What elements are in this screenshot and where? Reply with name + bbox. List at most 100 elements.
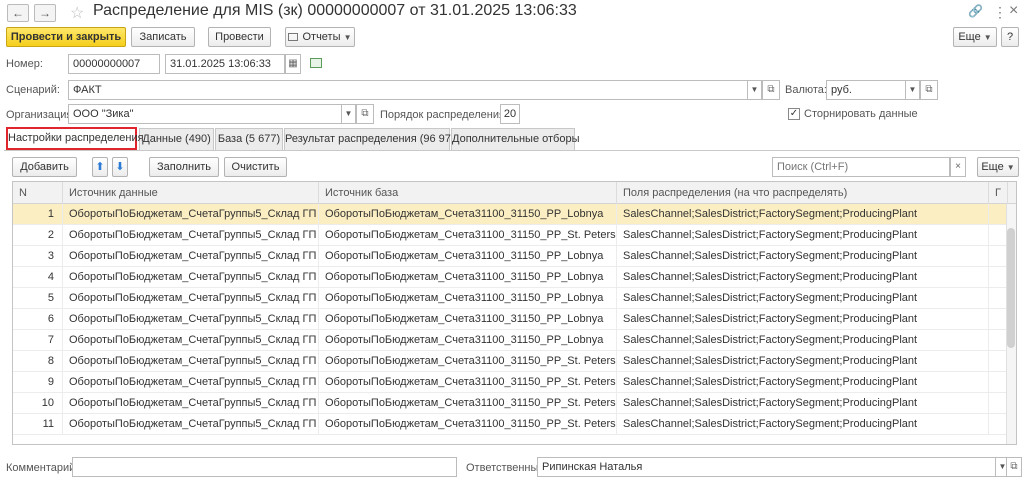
tab-data[interactable]: Данные (490) [139, 128, 214, 150]
date-field[interactable]: 31.01.2025 13:06:33 [165, 54, 285, 74]
link-icon[interactable]: 🔗 [968, 4, 983, 18]
scenario-field[interactable]: ФАКТ [68, 80, 748, 100]
more-options-icon[interactable]: ⋮ [993, 4, 1007, 21]
cell-distribution-fields[interactable]: SalesChannel;SalesDistrict;FactorySegmen… [617, 225, 989, 246]
column-header-source-data[interactable]: Источник данные [63, 182, 319, 204]
cell-distribution-fields[interactable]: SalesChannel;SalesDistrict;FactorySegmen… [617, 246, 989, 267]
cell-source-data[interactable]: ОборотыПоБюджетам_СчетаГруппы5_Склад ГП … [63, 288, 319, 309]
cell-source-data[interactable]: ОборотыПоБюджетам_СчетаГруппы5_Склад ГП … [63, 246, 319, 267]
table-row[interactable]: 1 ОборотыПоБюджетам_СчетаГруппы5_Склад ГП… [13, 204, 1016, 225]
column-header-distribution-fields[interactable]: Поля распределения (на что распределять) [617, 182, 989, 204]
cell-n[interactable]: 1 [13, 204, 63, 225]
table-row[interactable]: 8 ОборотыПоБюджетам_СчетаГруппы5_Склад ГП… [13, 351, 1016, 372]
forward-button[interactable]: → [34, 4, 56, 22]
cell-distribution-fields[interactable]: SalesChannel;SalesDistrict;FactorySegmen… [617, 414, 989, 435]
cell-distribution-fields[interactable]: SalesChannel;SalesDistrict;FactorySegmen… [617, 204, 989, 225]
cell-n[interactable]: 5 [13, 288, 63, 309]
number-field[interactable]: 00000000007 [68, 54, 160, 74]
cell-distribution-fields[interactable]: SalesChannel;SalesDistrict;FactorySegmen… [617, 351, 989, 372]
clear-search-icon[interactable]: × [950, 157, 966, 177]
column-header-source-base[interactable]: Источник база [319, 182, 617, 204]
table-row[interactable]: 11 ОборотыПоБюджетам_СчетаГруппы5_Склад Г… [13, 414, 1016, 435]
currency-open-icon[interactable]: ⧉ [920, 80, 938, 100]
table-row[interactable]: 10 ОборотыПоБюджетам_СчетаГруппы5_Склад Г… [13, 393, 1016, 414]
move-down-icon[interactable]: ⬇ [112, 157, 128, 177]
link-document-icon[interactable] [310, 58, 322, 68]
cell-n[interactable]: 8 [13, 351, 63, 372]
search-input[interactable] [772, 157, 950, 177]
cell-source-data[interactable]: ОборотыПоБюджетам_СчетаГруппы5_Склад ГП … [63, 309, 319, 330]
tab-additional-filters[interactable]: Дополнительные отборы [451, 128, 580, 150]
close-icon[interactable]: × [1009, 2, 1018, 20]
cell-n[interactable]: 4 [13, 267, 63, 288]
cell-source-data[interactable]: ОборотыПоБюджетам_СчетаГруппы5_Склад ГП … [63, 372, 319, 393]
save-button[interactable]: Записать [131, 27, 195, 47]
cell-source-base[interactable]: ОборотыПоБюджетам_Счета31100_31150_PP_St… [319, 393, 617, 414]
scenario-open-icon[interactable]: ⧉ [762, 80, 780, 100]
cell-source-base[interactable]: ОборотыПоБюджетам_Счета31100_31150_PP_St… [319, 351, 617, 372]
fill-button[interactable]: Заполнить [149, 157, 219, 177]
table-row[interactable]: 7 ОборотыПоБюджетам_СчетаГруппы5_Склад ГП… [13, 330, 1016, 351]
cell-source-data[interactable]: ОборотыПоБюджетам_СчетаГруппы5_Склад ГП … [63, 393, 319, 414]
help-button[interactable]: ? [1001, 27, 1019, 47]
currency-field[interactable]: руб. [826, 80, 906, 100]
cell-n[interactable]: 11 [13, 414, 63, 435]
move-up-icon[interactable]: ⬆ [92, 157, 108, 177]
cell-source-data[interactable]: ОборотыПоБюджетам_СчетаГруппы5_Склад ГП … [63, 414, 319, 435]
cell-source-base[interactable]: ОборотыПоБюджетам_Счета31100_31150_PP_Lo… [319, 246, 617, 267]
tab-base[interactable]: База (5 677) [215, 128, 283, 150]
cell-n[interactable]: 10 [13, 393, 63, 414]
cell-source-data[interactable]: ОборотыПоБюджетам_СчетаГруппы5_Склад ГП … [63, 225, 319, 246]
comment-field[interactable] [72, 457, 457, 477]
table-row[interactable]: 6 ОборотыПоБюджетам_СчетаГруппы5_Склад ГП… [13, 309, 1016, 330]
cell-source-base[interactable]: ОборотыПоБюджетам_Счета31100_31150_PP_Lo… [319, 288, 617, 309]
scenario-dropdown-icon[interactable]: ▼ [748, 80, 762, 100]
calendar-icon[interactable]: ▦ [285, 54, 301, 74]
cell-distribution-fields[interactable]: SalesChannel;SalesDistrict;FactorySegmen… [617, 372, 989, 393]
cell-source-data[interactable]: ОборотыПоБюджетам_СчетаГруппы5_Склад ГП … [63, 330, 319, 351]
column-header-extra[interactable]: Г [989, 182, 1008, 204]
distribution-settings-table[interactable]: N Источник данные Источник база Поля рас… [12, 181, 1017, 445]
cell-n[interactable]: 2 [13, 225, 63, 246]
cell-source-data[interactable]: ОборотыПоБюджетам_СчетаГруппы5_Склад ГП … [63, 204, 319, 225]
cell-source-base[interactable]: ОборотыПоБюджетам_Счета31100_31150_PP_St… [319, 414, 617, 435]
scrollbar-thumb[interactable] [1007, 228, 1015, 348]
cell-source-base[interactable]: ОборотыПоБюджетам_Счета31100_31150_PP_St… [319, 225, 617, 246]
back-button[interactable]: ← [7, 4, 29, 22]
cell-source-base[interactable]: ОборотыПоБюджетам_Счета31100_31150_PP_Lo… [319, 204, 617, 225]
cell-distribution-fields[interactable]: SalesChannel;SalesDistrict;FactorySegmen… [617, 309, 989, 330]
cell-source-data[interactable]: ОборотыПоБюджетам_СчетаГруппы5_Склад ГП … [63, 267, 319, 288]
table-row[interactable]: 4 ОборотыПоБюджетам_СчетаГруппы5_Склад ГП… [13, 267, 1016, 288]
distribution-order-field[interactable]: 20 [500, 104, 520, 124]
cell-distribution-fields[interactable]: SalesChannel;SalesDistrict;FactorySegmen… [617, 330, 989, 351]
cell-source-data[interactable]: ОборотыПоБюджетам_СчетаГруппы5_Склад ГП … [63, 351, 319, 372]
organization-dropdown-icon[interactable]: ▼ [342, 104, 356, 124]
cell-n[interactable]: 6 [13, 309, 63, 330]
column-header-n[interactable]: N [13, 182, 63, 204]
tab-distribution-settings[interactable]: Настройки распределения [6, 127, 144, 150]
reports-button[interactable]: Отчеты ▼ [285, 27, 355, 47]
post-and-close-button[interactable]: Провести и закрыть [6, 27, 126, 47]
table-row[interactable]: 5 ОборотыПоБюджетам_СчетаГруппы5_Склад ГП… [13, 288, 1016, 309]
responsible-open-icon[interactable]: ⧉ [1006, 457, 1022, 477]
table-row[interactable]: 9 ОборотыПоБюджетам_СчетаГруппы5_Склад ГП… [13, 372, 1016, 393]
cell-distribution-fields[interactable]: SalesChannel;SalesDistrict;FactorySegmen… [617, 288, 989, 309]
currency-dropdown-icon[interactable]: ▼ [906, 80, 920, 100]
cell-distribution-fields[interactable]: SalesChannel;SalesDistrict;FactorySegmen… [617, 267, 989, 288]
cell-source-base[interactable]: ОборотыПоБюджетам_Счета31100_31150_PP_St… [319, 372, 617, 393]
favorite-star-icon[interactable]: ☆ [70, 3, 84, 23]
cell-source-base[interactable]: ОборотыПоБюджетам_Счета31100_31150_PP_Lo… [319, 330, 617, 351]
cell-source-base[interactable]: ОборотыПоБюджетам_Счета31100_31150_PP_Lo… [319, 309, 617, 330]
cell-source-base[interactable]: ОборотыПоБюджетам_Счета31100_31150_PP_Lo… [319, 267, 617, 288]
cell-distribution-fields[interactable]: SalesChannel;SalesDistrict;FactorySegmen… [617, 393, 989, 414]
table-more-button[interactable]: Еще ▼ [977, 157, 1019, 177]
table-row[interactable]: 2 ОборотыПоБюджетам_СчетаГруппы5_Склад ГП… [13, 225, 1016, 246]
table-scrollbar[interactable] [1006, 204, 1016, 444]
more-button[interactable]: Еще ▼ [953, 27, 997, 47]
tab-distribution-result[interactable]: Результат распределения (96 970) [284, 128, 461, 150]
add-row-button[interactable]: Добавить [12, 157, 77, 177]
organization-open-icon[interactable]: ⧉ [356, 104, 374, 124]
cell-n[interactable]: 7 [13, 330, 63, 351]
reverse-data-checkbox[interactable]: ✓ [788, 108, 800, 120]
cell-n[interactable]: 9 [13, 372, 63, 393]
